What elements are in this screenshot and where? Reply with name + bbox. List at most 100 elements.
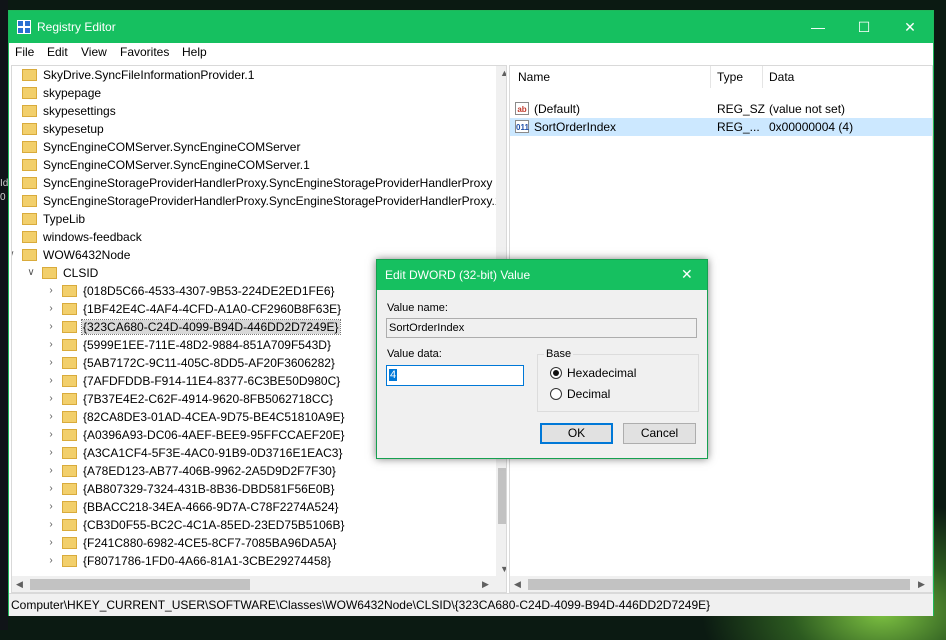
tree-item-clsid-child[interactable]: › {1BF42E4C-4AF4-4CFD-A1A0-CF2960B8F63E} (49, 300, 342, 318)
maximize-button[interactable]: ☐ (841, 11, 887, 43)
tree-item[interactable]: TypeLib (22, 210, 86, 228)
menu-help[interactable]: Help (182, 45, 207, 59)
expand-chevron-icon[interactable]: › (46, 336, 56, 354)
tree-item-label: {7B37E4E2-C62F-4914-9620-8FB5062718CC} (83, 392, 334, 406)
tree-item[interactable]: SyncEngineStorageProviderHandlerProxy.Sy… (22, 174, 493, 192)
column-divider[interactable] (762, 66, 763, 88)
scroll-right-arrow-icon[interactable]: ▶ (918, 579, 925, 590)
tree-item-clsid-child[interactable]: › {82CA8DE3-01AD-4CEA-9D75-BE4C51810A9E} (49, 408, 346, 426)
value-name: SortOrderIndex (534, 120, 617, 134)
decimal-label[interactable]: Decimal (567, 387, 610, 401)
tree-item-wow6432node[interactable]: ∨ WOW6432Node (12, 246, 131, 264)
expand-chevron-icon[interactable]: › (46, 318, 56, 336)
scrollbar-thumb[interactable] (528, 579, 910, 590)
folder-icon (62, 465, 77, 477)
scrollbar-thumb[interactable] (498, 468, 506, 524)
expand-chevron-icon[interactable]: › (46, 390, 56, 408)
column-header-data[interactable]: Data (769, 70, 794, 84)
tree-item[interactable]: SyncEngineCOMServer.SyncEngineCOMServer.… (22, 156, 311, 174)
tree-item-clsid-child[interactable]: › {5999E1EE-711E-48D2-9884-851A709F543D} (49, 336, 332, 354)
expand-chevron-icon[interactable]: › (46, 354, 56, 372)
tree-item-label: {F241C880-6982-4CE5-8CF7-7085BA96DA5A} (83, 536, 337, 550)
window-title: Registry Editor (37, 20, 116, 34)
expand-chevron-icon[interactable]: › (46, 480, 56, 498)
tree-item-clsid-child[interactable]: › {7B37E4E2-C62F-4914-9620-8FB5062718CC} (49, 390, 334, 408)
expand-chevron-icon[interactable]: › (46, 444, 56, 462)
scroll-down-arrow-icon[interactable]: ▼ (500, 564, 506, 574)
decimal-radio[interactable] (550, 388, 562, 400)
scroll-left-arrow-icon[interactable]: ◀ (514, 579, 521, 590)
menu-favorites[interactable]: Favorites (120, 45, 169, 59)
collapse-chevron-icon[interactable]: ∨ (12, 246, 16, 264)
hexadecimal-label[interactable]: Hexadecimal (567, 366, 636, 380)
list-item[interactable]: 011 SortOrderIndex REG_... 0x00000004 (4… (510, 118, 932, 136)
value-data-text: 4 (389, 369, 398, 381)
minimize-button[interactable]: — (795, 11, 841, 43)
menu-file[interactable]: File (15, 45, 34, 59)
value-data-input[interactable]: 4 (386, 365, 524, 386)
value-name-field[interactable]: SortOrderIndex (386, 318, 697, 338)
tree-item-clsid-child[interactable]: › {018D5C66-4533-4307-9B53-224DE2ED1FE6} (49, 282, 336, 300)
scroll-up-arrow-icon[interactable]: ▲ (500, 68, 506, 78)
expand-chevron-icon[interactable]: › (46, 552, 56, 570)
tree-item[interactable]: skypesetup (22, 120, 105, 138)
tree-item[interactable]: windows-feedback (22, 228, 143, 246)
expand-chevron-icon[interactable]: › (46, 300, 56, 318)
close-icon[interactable]: ✕ (681, 266, 693, 283)
expand-chevron-icon[interactable]: › (46, 408, 56, 426)
tree-item-clsid-child[interactable]: › {A3CA1CF4-5F3E-4AC0-91B9-0D3716E1EAC3} (49, 444, 343, 462)
scroll-right-arrow-icon[interactable]: ▶ (482, 579, 489, 590)
column-divider[interactable] (710, 66, 711, 88)
tree-item-clsid[interactable]: ∨ CLSID (27, 264, 99, 282)
tree-item-clsid-child[interactable]: › {323CA680-C24D-4099-B94D-446DD2D7249E} (49, 318, 341, 336)
tree-item-clsid-child[interactable]: › {A0396A93-DC06-4AEF-BEE9-95FFCCAEF20E} (49, 426, 345, 444)
folder-icon (22, 105, 37, 117)
hexadecimal-radio[interactable] (550, 367, 562, 379)
column-header-type[interactable]: Type (717, 70, 743, 84)
scrollbar-thumb[interactable] (30, 579, 250, 590)
status-path: Computer\HKEY_CURRENT_USER\SOFTWARE\Clas… (11, 598, 711, 612)
tree-item-clsid-child[interactable]: › {CB3D0F55-BC2C-4C1A-85ED-23ED75B5106B} (49, 516, 345, 534)
title-bar[interactable]: Registry Editor — ☐ ✕ (9, 11, 933, 43)
scroll-left-arrow-icon[interactable]: ◀ (16, 579, 23, 590)
expand-chevron-icon[interactable]: › (46, 282, 56, 300)
tree-item-clsid-child[interactable]: › {AB807329-7324-431B-8B36-DBD581F56E0B} (49, 480, 336, 498)
dialog-title-bar[interactable]: Edit DWORD (32-bit) Value ✕ (377, 260, 707, 290)
menu-view[interactable]: View (81, 45, 107, 59)
expand-chevron-icon[interactable]: › (46, 426, 56, 444)
expand-chevron-icon[interactable]: › (46, 516, 56, 534)
tree-item-label: skypesetup (43, 122, 104, 136)
close-button[interactable]: ✕ (887, 11, 933, 43)
tree-item[interactable]: SkyDrive.SyncFileInformationProvider.1 (22, 66, 255, 84)
tree-item-label: SyncEngineStorageProviderHandlerProxy.Sy… (43, 194, 502, 208)
expand-chevron-icon[interactable]: › (46, 372, 56, 390)
expand-chevron-icon[interactable]: › (46, 498, 56, 516)
tree-item-label: SkyDrive.SyncFileInformationProvider.1 (43, 68, 255, 82)
tree-item-clsid-child[interactable]: › {5AB7172C-9C11-405C-8DD5-AF20F3606282} (49, 354, 336, 372)
tree-item-clsid-child[interactable]: › {7AFDFDDB-F914-11E4-8377-6C3BE50D980C} (49, 372, 341, 390)
tree-item-clsid-child[interactable]: › {A78ED123-AB77-406B-9962-2A5D9D2F7F30} (49, 462, 337, 480)
cancel-button[interactable]: Cancel (623, 423, 696, 444)
list-horizontal-scrollbar[interactable]: ◀ ▶ (510, 576, 932, 592)
tree-item[interactable]: SyncEngineStorageProviderHandlerProxy.Sy… (22, 192, 502, 210)
ok-button[interactable]: OK (540, 423, 613, 444)
menu-edit[interactable]: Edit (47, 45, 68, 59)
folder-icon (62, 285, 77, 297)
collapse-chevron-icon[interactable]: ∨ (26, 264, 36, 282)
tree-item-clsid-child[interactable]: › {F8071786-1FD0-4A66-81A1-3CBE29274458} (49, 552, 332, 570)
expand-chevron-icon[interactable]: › (46, 462, 56, 480)
tree-item-clsid-child[interactable]: › {F241C880-6982-4CE5-8CF7-7085BA96DA5A} (49, 534, 338, 552)
folder-icon (62, 537, 77, 549)
tree-item[interactable]: SyncEngineCOMServer.SyncEngineCOMServer (22, 138, 301, 156)
tree-item-label: windows-feedback (43, 230, 142, 244)
tree-item-label: SyncEngineCOMServer.SyncEngineCOMServer (43, 140, 301, 154)
tree-item[interactable]: skypesettings (22, 102, 117, 120)
expand-chevron-icon[interactable]: › (46, 534, 56, 552)
edit-dword-dialog: Edit DWORD (32-bit) Value ✕ Value name: … (376, 259, 708, 459)
tree-item-clsid-child[interactable]: › {BBACC218-34EA-4666-9D7A-C78F2274A524} (49, 498, 340, 516)
tree-item[interactable]: skypepage (22, 84, 102, 102)
column-header-name[interactable]: Name (518, 70, 550, 84)
list-item[interactable]: ab (Default) REG_SZ (value not set) (510, 100, 932, 118)
binary-value-icon: 011 (515, 120, 529, 133)
tree-horizontal-scrollbar[interactable]: ◀ ▶ (12, 576, 506, 592)
